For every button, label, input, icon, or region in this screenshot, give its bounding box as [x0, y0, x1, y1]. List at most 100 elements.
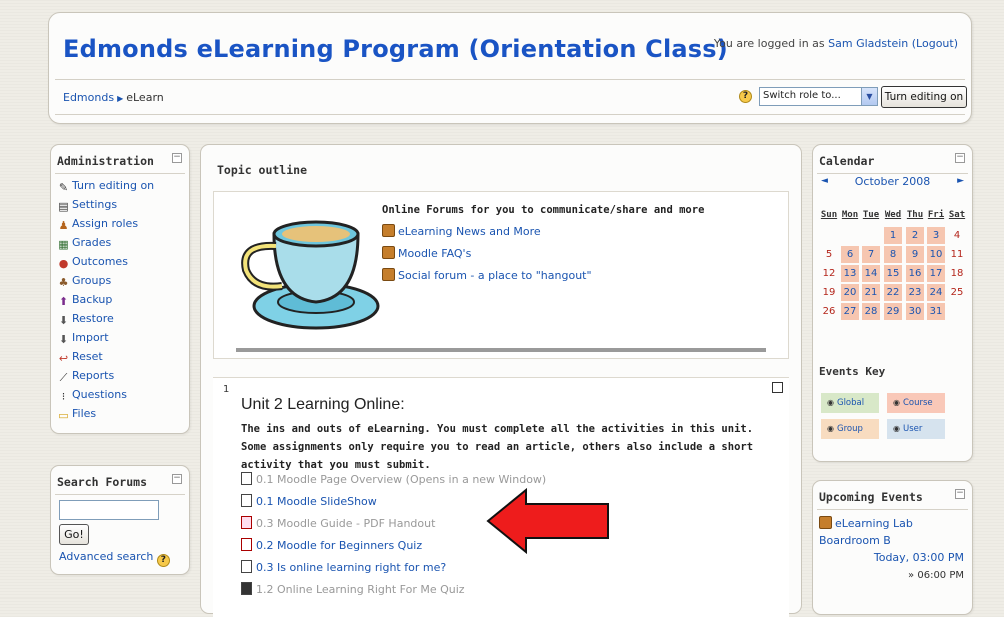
admin-assign-roles[interactable]: ♟ Assign roles: [57, 217, 139, 235]
go-button[interactable]: Go!: [59, 524, 89, 545]
event-icon: [819, 516, 832, 529]
search-forums-title: Search Forums: [57, 475, 148, 489]
calendar-day[interactable]: 30: [906, 303, 924, 320]
topic-outline-title: Topic outline: [217, 163, 308, 177]
calendar-day[interactable]: 22: [884, 284, 902, 301]
calendar-day[interactable]: 17: [927, 265, 945, 282]
admin-questions[interactable]: ⁝ Questions: [57, 388, 127, 406]
advanced-search-link[interactable]: Advanced search: [59, 550, 153, 563]
forum-link-faq[interactable]: Moodle FAQ's: [382, 246, 471, 260]
upcoming-event-title: eLearning Lab Boardroom B: [819, 517, 913, 547]
settings-icon: ▤: [58, 200, 69, 213]
admin-reports[interactable]: ⟋ Reports: [57, 369, 115, 387]
admin-groups[interactable]: ♣ Groups: [57, 274, 112, 292]
events-key-global[interactable]: ◉ Global: [821, 393, 879, 413]
activity-page-overview[interactable]: 0.1 Moodle Page Overview (Opens in a new…: [241, 472, 546, 486]
calendar-day[interactable]: 6: [841, 246, 859, 263]
upcoming-event[interactable]: eLearning Lab Boardroom B: [819, 515, 964, 549]
calendar-day[interactable]: 20: [841, 284, 859, 301]
calendar-day[interactable]: 8: [884, 246, 902, 263]
calendar-day[interactable]: 16: [906, 265, 924, 282]
events-key-title: Events Key: [819, 365, 886, 378]
activity-slideshow[interactable]: 0.1 Moodle SlideShow: [241, 494, 377, 508]
highlight-section-checkbox[interactable]: [772, 382, 783, 393]
chevron-down-icon[interactable]: ▼: [861, 88, 877, 105]
admin-settings[interactable]: ▤ Settings: [57, 198, 117, 216]
calendar-day[interactable]: 18: [948, 265, 966, 282]
admin-reset[interactable]: ↩ Reset: [57, 350, 103, 368]
collapse-icon[interactable]: −: [955, 153, 965, 163]
events-key-user[interactable]: ◉ User: [887, 419, 945, 439]
calendar-day[interactable]: 12: [820, 265, 838, 282]
calendar-day[interactable]: 9: [906, 246, 924, 263]
calendar-block: Calendar − ◄ October 2008 ► Sun Mon Tue Wed…: [812, 144, 973, 462]
calendar-day[interactable]: 21: [862, 284, 880, 301]
activity-online-learning-page[interactable]: 0.3 Is online learning right for me?: [241, 560, 446, 574]
forum-link-social[interactable]: Social forum - a place to "hangout": [382, 268, 592, 282]
admin-files[interactable]: ▭ Files: [57, 407, 96, 425]
reports-icon: ⟋: [59, 371, 68, 384]
calendar-day[interactable]: 27: [841, 303, 859, 320]
calendar-day[interactable]: 15: [884, 265, 902, 282]
help-icon[interactable]: ?: [156, 554, 170, 567]
calendar-day[interactable]: 3: [927, 227, 945, 244]
switch-role-value: Switch role to...: [763, 90, 841, 101]
calendar-day[interactable]: 26: [820, 303, 838, 320]
switch-role-select[interactable]: Switch role to... ▼: [759, 87, 878, 106]
events-key-course[interactable]: ◉ Course: [887, 393, 945, 413]
admin-turn-editing-on[interactable]: ✎ Turn editing on: [57, 179, 154, 197]
calendar-month[interactable]: October 2008: [833, 175, 952, 188]
events-key-group[interactable]: ◉ Group: [821, 419, 879, 439]
help-icon[interactable]: ?: [739, 90, 752, 103]
calendar-day[interactable]: 14: [862, 265, 880, 282]
collapse-icon[interactable]: −: [172, 153, 182, 163]
admin-grades[interactable]: ▦ Grades: [57, 236, 111, 254]
calendar-day[interactable]: 10: [927, 246, 945, 263]
admin-backup[interactable]: ⬆ Backup: [57, 293, 112, 311]
divider: [55, 173, 185, 174]
calendar-day[interactable]: 23: [906, 284, 924, 301]
calendar-day[interactable]: 28: [862, 303, 880, 320]
previous-month-icon[interactable]: ◄: [821, 176, 828, 186]
activity-label: 0.3 Moodle Guide - PDF Handout: [256, 517, 436, 530]
activity-beginners-quiz[interactable]: 0.2 Moodle for Beginners Quiz: [241, 538, 422, 552]
forum-link-news[interactable]: eLearning News and More: [382, 224, 541, 238]
admin-outcomes[interactable]: ● Outcomes: [57, 255, 128, 273]
turn-editing-on-button[interactable]: Turn editing on: [881, 86, 967, 108]
forum-icon: [382, 224, 395, 237]
admin-import[interactable]: ⬇ Import: [57, 331, 109, 349]
calendar-day[interactable]: 24: [927, 284, 945, 301]
calendar-day[interactable]: 19: [820, 284, 838, 301]
page-header: Edmonds eLearning Program (Orientation C…: [48, 12, 972, 124]
user-name-link[interactable]: Sam Gladstein: [828, 37, 908, 50]
calendar-day-header: Thu: [906, 210, 924, 220]
calendar-day[interactable]: 2: [906, 227, 924, 244]
upcoming-event-time: Today, 03:00 PM: [873, 551, 964, 564]
administration-title: Administration: [57, 154, 154, 168]
forum-label: Moodle FAQ's: [398, 247, 472, 260]
calendar-day[interactable]: 13: [841, 265, 859, 282]
calendar-day[interactable]: 11: [948, 246, 966, 263]
calendar-day[interactable]: 7: [862, 246, 880, 263]
activity-pdf-guide[interactable]: 0.3 Moodle Guide - PDF Handout: [241, 516, 435, 530]
calendar-day[interactable]: 31: [927, 303, 945, 320]
collapse-icon[interactable]: −: [955, 489, 965, 499]
logout-link[interactable]: (Logout): [912, 37, 958, 50]
calendar-day[interactable]: 4: [948, 227, 966, 244]
divider: [817, 173, 968, 174]
roles-icon: ♟: [58, 219, 69, 232]
calendar-day[interactable]: 5: [820, 246, 838, 263]
coffee-cup-icon: [241, 220, 380, 330]
questions-icon: ⁝: [61, 390, 66, 403]
search-forums-input[interactable]: [59, 500, 159, 520]
breadcrumb-edmonds[interactable]: Edmonds: [63, 91, 114, 104]
calendar-day[interactable]: 1: [884, 227, 902, 244]
collapse-icon[interactable]: −: [172, 474, 182, 484]
calendar-day[interactable]: 25: [948, 284, 966, 301]
admin-item-label: Grades: [72, 236, 112, 249]
admin-restore[interactable]: ⬇ Restore: [57, 312, 114, 330]
activity-online-learning-quiz[interactable]: 1.2 Online Learning Right For Me Quiz: [241, 582, 465, 596]
admin-item-label: Assign roles: [72, 217, 139, 230]
calendar-day[interactable]: 29: [884, 303, 902, 320]
next-month-icon[interactable]: ►: [957, 176, 964, 186]
